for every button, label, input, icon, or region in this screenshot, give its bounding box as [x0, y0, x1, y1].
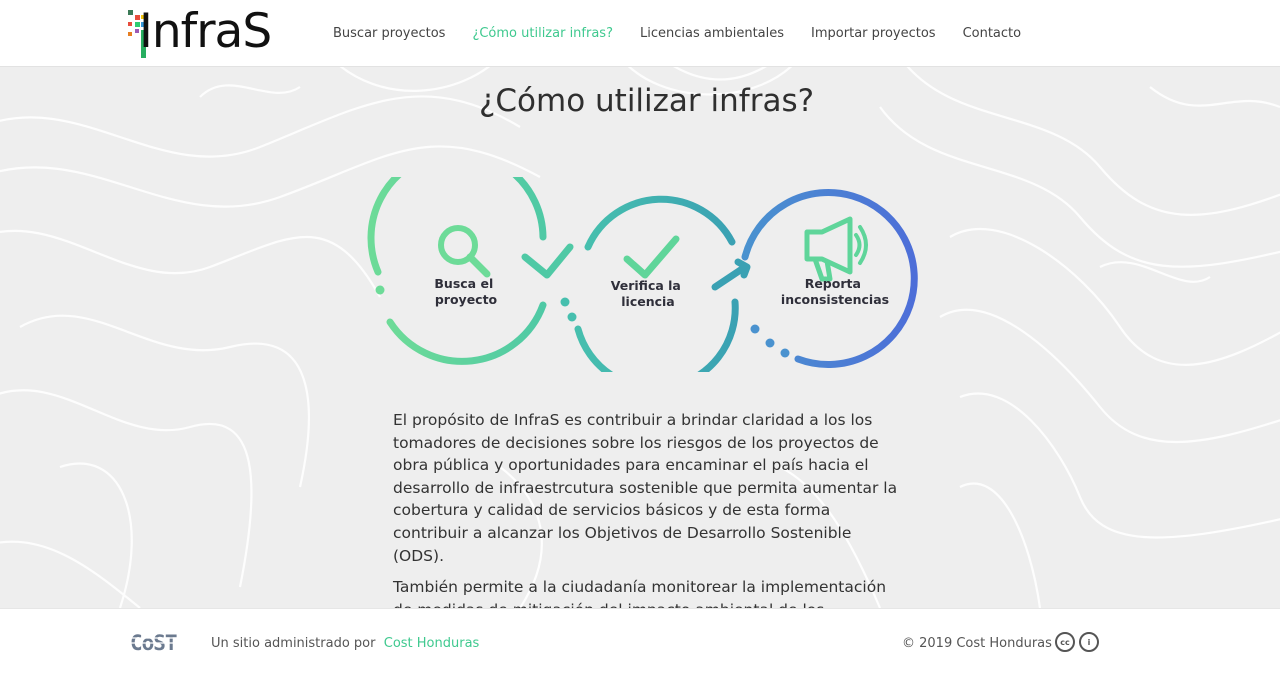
site-footer: CoST Un sitio administrado por Cost Hond…	[0, 608, 1280, 676]
about-text: El propósito de InfraS es contribuir a b…	[393, 409, 903, 608]
main-content: ¿Cómo utilizar infras? Busca el proyecto…	[0, 67, 1280, 608]
steps-diagram: Busca el proyecto Verifica la licencia R…	[367, 177, 918, 372]
nav-licencias-ambientales[interactable]: Licencias ambientales	[640, 26, 784, 41]
footer-prefix: Un sitio administrado por	[211, 636, 376, 651]
cost-honduras-link[interactable]: Cost Honduras	[384, 636, 480, 651]
cost-logo[interactable]: CoST	[130, 629, 194, 657]
infras-logo[interactable]: InfraS	[127, 4, 307, 62]
step-1-label: Busca el proyecto	[434, 276, 497, 307]
page-title: ¿Cómo utilizar infras?	[478, 83, 815, 119]
creative-commons-icon[interactable]: cc	[1055, 632, 1075, 652]
logo-text: InfraS	[139, 4, 272, 59]
check-icon	[623, 235, 680, 279]
nav-buscar-proyectos[interactable]: Buscar proyectos	[333, 26, 445, 41]
paragraph: También permite a la ciudadanía monitore…	[393, 578, 887, 608]
search-icon	[438, 225, 491, 278]
license-icons[interactable]: cc i	[1055, 632, 1099, 652]
site-header: InfraS Buscar proyectos ¿Cómo utilizar i…	[0, 0, 1280, 67]
nav-contacto[interactable]: Contacto	[963, 26, 1022, 41]
nav-importar-proyectos[interactable]: Importar proyectos	[811, 26, 936, 41]
step-3-label: Reporta inconsistencias	[781, 276, 889, 307]
step-1	[367, 177, 574, 365]
megaphone-icon	[804, 216, 868, 282]
attribution-icon[interactable]: i	[1079, 632, 1099, 652]
copyright-text: © 2019 Cost Honduras	[902, 636, 1052, 651]
step-2-label: Verifica la licencia	[611, 278, 685, 309]
paragraph: El propósito de InfraS es contribuir a b…	[393, 411, 898, 565]
nav-como-utilizar[interactable]: ¿Cómo utilizar infras?	[472, 26, 613, 41]
main-nav: Buscar proyectos ¿Cómo utilizar infras? …	[333, 0, 1048, 66]
footer-admin-text: Un sitio administrado por Cost Honduras	[211, 636, 479, 651]
